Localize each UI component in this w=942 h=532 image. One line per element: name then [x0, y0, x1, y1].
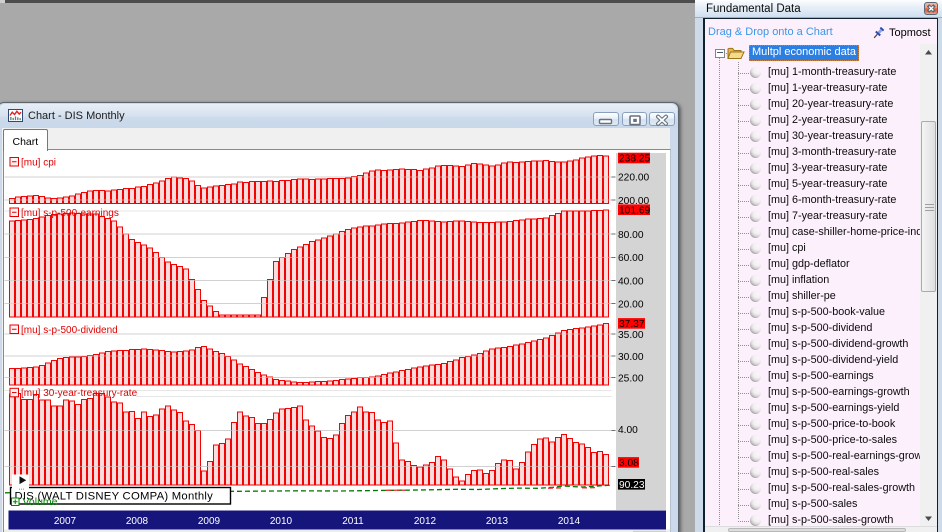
- svg-text:2013: 2013: [486, 516, 509, 527]
- svg-text:25.00: 25.00: [618, 374, 644, 385]
- svg-text:2009: 2009: [198, 516, 221, 527]
- svg-text:3.08: 3.08: [619, 458, 639, 469]
- svg-text:...: ...: [19, 485, 25, 492]
- svg-text:20.00: 20.00: [618, 300, 644, 311]
- svg-text:Volume: Volume: [23, 496, 58, 508]
- svg-text:37.37: 37.37: [619, 319, 645, 330]
- svg-text:4.00: 4.00: [618, 425, 638, 436]
- svg-text:2012: 2012: [414, 516, 437, 527]
- svg-text:35.00: 35.00: [618, 330, 644, 341]
- svg-text:2007: 2007: [54, 516, 77, 527]
- svg-text:60.00: 60.00: [618, 253, 644, 264]
- svg-text:2014: 2014: [558, 516, 581, 527]
- svg-text:220.00: 220.00: [618, 173, 649, 184]
- svg-text:101.69: 101.69: [619, 206, 650, 217]
- svg-text:2008: 2008: [126, 516, 149, 527]
- svg-text:[mu] s-p-500-dividend: [mu] s-p-500-dividend: [21, 325, 118, 336]
- svg-text:2010: 2010: [270, 516, 293, 527]
- svg-text:30.00: 30.00: [618, 352, 644, 363]
- svg-text:40.00: 40.00: [618, 276, 644, 287]
- svg-text:[mu] 30-year-treasury-rate: [mu] 30-year-treasury-rate: [21, 388, 138, 399]
- svg-text:90.23: 90.23: [619, 480, 645, 491]
- svg-text:[mu] s-p-500-earnings: [mu] s-p-500-earnings: [21, 208, 119, 219]
- svg-text:238.25: 238.25: [619, 154, 650, 165]
- svg-text:2011: 2011: [342, 516, 364, 527]
- svg-text:[mu] cpi: [mu] cpi: [21, 157, 56, 168]
- svg-text:80.00: 80.00: [618, 230, 644, 241]
